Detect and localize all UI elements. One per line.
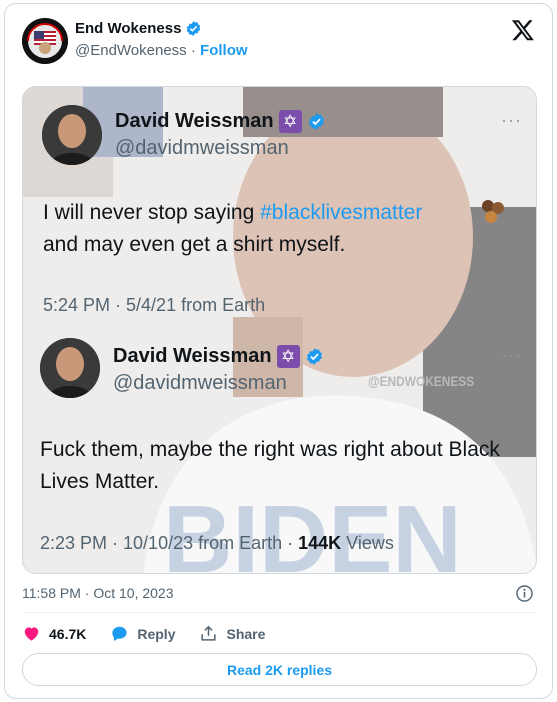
reply-post-text: Fuck them, maybe the right was right abo… — [40, 438, 500, 493]
verified-badge-icon — [306, 348, 322, 365]
reply-post-avatar — [40, 338, 100, 398]
reply-button[interactable]: Reply — [110, 624, 175, 643]
author-name-row[interactable]: End Wokeness — [75, 20, 202, 37]
divider — [22, 612, 537, 613]
verified-badge-icon — [308, 113, 324, 130]
hashtag: #blacklivesmatter — [260, 201, 423, 224]
more-options-icon: ··· — [501, 110, 522, 130]
author-handle[interactable]: @EndWokeness — [75, 42, 187, 59]
quoted-post-line-1: I will never stop saying #blacklivesmatt… — [43, 201, 423, 224]
reply-label: Reply — [137, 625, 176, 642]
star-of-david-icon: ✡ — [276, 345, 300, 368]
author-avatar[interactable] — [22, 18, 68, 64]
star-of-david-icon: ✡ — [278, 110, 302, 133]
shirt-text: BIDEN — [163, 486, 462, 574]
quoted-post-name-row: David Weissman ✡ — [115, 110, 326, 133]
share-button[interactable]: Share — [199, 624, 265, 643]
verified-badge-icon — [187, 21, 201, 36]
quoted-post-line-2: and may even get a shirt myself. — [43, 233, 346, 256]
reply-bubble-icon — [112, 626, 127, 642]
author-handle-row: @EndWokeness · Follow — [75, 42, 248, 59]
reply-post-meta: 2:23 PM · 10/10/23 from Earth · 144K Vie… — [40, 533, 394, 553]
action-bar: 46.7K Reply Share — [22, 624, 289, 643]
info-icon[interactable] — [515, 584, 534, 603]
read-replies-button[interactable]: Read 2K replies — [22, 653, 537, 686]
views-count: 144K — [298, 533, 342, 553]
like-count: 46.7K — [49, 625, 87, 642]
handle-separator: · — [190, 42, 196, 59]
quoted-post-name: David Weissman — [115, 110, 274, 132]
reply-post-name: David Weissman — [113, 345, 272, 367]
reply-post-handle: @davidmweissman — [113, 372, 287, 394]
quoted-post-text: I will never stop saying #blacklivesmatt… — [43, 197, 483, 261]
quoted-post-handle: @davidmweissman — [115, 137, 289, 159]
share-label: Share — [226, 625, 266, 642]
author-name[interactable]: End Wokeness — [75, 20, 181, 37]
tweet-timestamp[interactable]: 11:58 PM · Oct 10, 2023 — [22, 585, 174, 601]
follow-button[interactable]: Follow — [200, 42, 248, 59]
quoted-post-meta: 5:24 PM · 5/4/21 from Earth — [43, 295, 266, 315]
tweet-card: End Wokeness @EndWokeness · Follow BIDEN — [4, 3, 553, 699]
more-options-icon: ··· — [501, 345, 522, 365]
embedded-screenshot-image[interactable]: BIDEN David Weissman ✡ @davidmweissman ·… — [22, 86, 537, 574]
quoted-post-avatar — [42, 105, 102, 165]
share-icon — [201, 625, 217, 641]
reply-post-name-row: David Weissman ✡ — [113, 345, 324, 368]
x-logo-icon[interactable] — [511, 18, 535, 42]
heart-icon — [24, 627, 39, 641]
raised-fist-emoji-icon — [482, 200, 504, 223]
watermark: @ENDWOKENESS — [368, 373, 475, 389]
like-button[interactable]: 46.7K — [22, 624, 86, 643]
